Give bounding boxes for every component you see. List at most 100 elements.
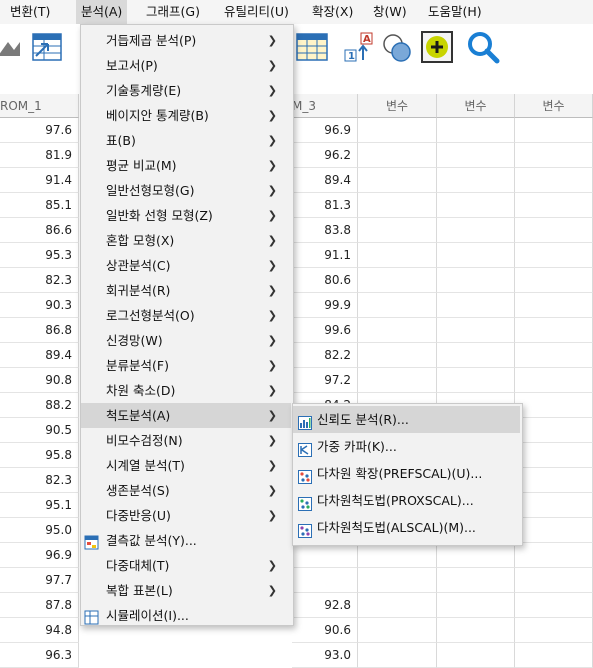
grid-cell[interactable] [358, 218, 437, 243]
grid-cell[interactable] [515, 218, 593, 243]
analyze-menu-item[interactable]: 다중반응(U) ❯ [81, 503, 291, 528]
grid-cell[interactable]: 96.9 [0, 543, 79, 568]
analyze-menu-item[interactable]: 비모수검정(N) ❯ [81, 428, 291, 453]
analyze-menu-item[interactable]: 로그선형분석(O) ❯ [81, 303, 291, 328]
grid-cell[interactable]: 96.2 [292, 143, 358, 168]
grid-cell[interactable]: 95.1 [0, 493, 79, 518]
grid-cell[interactable]: 97.7 [0, 568, 79, 593]
grid-cell[interactable]: 90.5 [0, 418, 79, 443]
scale-submenu-item[interactable]: 가중 카파(K)... [293, 433, 520, 460]
grid-cell[interactable]: 83.8 [292, 218, 358, 243]
grid-cell[interactable]: 97.6 [0, 118, 79, 143]
analyze-menu-item[interactable]: 다중대체(T) ❯ [81, 553, 291, 578]
grid-cell[interactable] [515, 493, 593, 518]
show-all-variables-icon[interactable] [420, 30, 454, 64]
analyze-menu-item[interactable]: 시뮬레이션(I)... [81, 603, 291, 628]
grid-cell[interactable] [515, 368, 593, 393]
grid-cell[interactable] [437, 118, 515, 143]
column-header[interactable]: 변수 [437, 94, 515, 118]
grid-cell[interactable] [515, 468, 593, 493]
grid-cell[interactable] [358, 543, 437, 568]
analyze-menu-item[interactable]: 평균 비교(M) ❯ [81, 153, 291, 178]
grid-cell[interactable] [292, 568, 358, 593]
grid-cell[interactable]: 89.4 [0, 343, 79, 368]
grid-cell[interactable] [437, 318, 515, 343]
search-icon[interactable] [466, 30, 500, 64]
undo-icon[interactable] [0, 30, 28, 64]
column-header[interactable]: 변수 [515, 94, 593, 118]
grid-cell[interactable] [437, 293, 515, 318]
grid-cell[interactable] [358, 368, 437, 393]
grid-cell[interactable] [358, 293, 437, 318]
grid-cell[interactable] [358, 593, 437, 618]
grid-cell[interactable]: 86.8 [0, 318, 79, 343]
value-labels-icon[interactable]: A 1 [343, 30, 377, 64]
column-header[interactable]: M_3 [292, 94, 358, 118]
grid-cell[interactable] [515, 393, 593, 418]
analyze-menu-item[interactable]: 분류분석(F) ❯ [81, 353, 291, 378]
column-header[interactable]: 변수 [358, 94, 437, 118]
grid-cell[interactable] [437, 343, 515, 368]
grid-cell[interactable]: 86.6 [0, 218, 79, 243]
analyze-menu-item[interactable]: 기술통계량(E) ❯ [81, 78, 291, 103]
grid-cell[interactable] [437, 243, 515, 268]
grid-cell[interactable] [437, 168, 515, 193]
grid-cell[interactable]: 96.9 [292, 118, 358, 143]
grid-cell[interactable]: 80.6 [292, 268, 358, 293]
grid-cell[interactable] [358, 343, 437, 368]
grid-cell[interactable] [515, 443, 593, 468]
grid-cell[interactable] [292, 543, 358, 568]
grid-cell[interactable] [515, 568, 593, 593]
scale-submenu-item[interactable]: 신뢰도 분석(R)... [293, 406, 520, 433]
scale-submenu-item[interactable]: 다차원척도법(PROXSCAL)... [293, 487, 520, 514]
grid-cell[interactable]: 95.8 [0, 443, 79, 468]
grid-cell[interactable]: 94.8 [0, 618, 79, 643]
analyze-menu-item[interactable]: 일반화 선형 모형(Z) ❯ [81, 203, 291, 228]
grid-cell[interactable] [437, 268, 515, 293]
menu-extensions[interactable]: 확장(X) [312, 0, 353, 24]
grid-cell[interactable]: 91.4 [0, 168, 79, 193]
analyze-menu-item[interactable]: 신경망(W) ❯ [81, 328, 291, 353]
grid-cell[interactable]: 96.3 [0, 643, 79, 668]
grid-cell[interactable] [515, 118, 593, 143]
menu-utilities[interactable]: 유틸리티(U) [224, 0, 289, 24]
grid-cell[interactable]: 90.8 [0, 368, 79, 393]
grid-cell[interactable] [437, 193, 515, 218]
variables-grid-icon[interactable] [296, 30, 330, 64]
menu-analyze[interactable]: 분석(A) [76, 0, 128, 24]
analyze-menu-item[interactable]: 일반선형모형(G) ❯ [81, 178, 291, 203]
grid-cell[interactable] [515, 543, 593, 568]
scale-submenu-item[interactable]: 다차원 확장(PREFSCAL)(U)... [293, 460, 520, 487]
analyze-menu-item[interactable]: 표(B) ❯ [81, 128, 291, 153]
grid-cell[interactable] [515, 168, 593, 193]
grid-cell[interactable]: 81.9 [0, 143, 79, 168]
grid-cell[interactable] [515, 193, 593, 218]
menu-transform[interactable]: 변환(T) [10, 0, 50, 24]
analyze-menu-item[interactable]: 시계열 분석(T) ❯ [81, 453, 291, 478]
grid-cell[interactable] [515, 593, 593, 618]
grid-cell[interactable] [437, 368, 515, 393]
grid-cell[interactable] [358, 243, 437, 268]
grid-cell[interactable] [437, 143, 515, 168]
menu-graphs[interactable]: 그래프(G) [146, 0, 200, 24]
grid-cell[interactable] [515, 293, 593, 318]
analyze-menu-item[interactable]: 차원 축소(D) ❯ [81, 378, 291, 403]
grid-cell[interactable] [358, 268, 437, 293]
column-header[interactable]: ROM_1 [0, 94, 79, 118]
grid-cell[interactable] [358, 143, 437, 168]
grid-cell[interactable] [358, 568, 437, 593]
grid-cell[interactable]: 82.3 [0, 468, 79, 493]
menu-help[interactable]: 도움말(H) [428, 0, 482, 24]
analyze-menu-item[interactable]: 베이지안 통계량(B) ❯ [81, 103, 291, 128]
grid-cell[interactable] [437, 593, 515, 618]
grid-cell[interactable]: 87.8 [0, 593, 79, 618]
analyze-menu-item[interactable]: 생존분석(S) ❯ [81, 478, 291, 503]
grid-cell[interactable] [515, 243, 593, 268]
analyze-menu-item[interactable]: 혼합 모형(X) ❯ [81, 228, 291, 253]
grid-cell[interactable] [515, 518, 593, 543]
analyze-menu-item[interactable]: 결측값 분석(Y)... [81, 528, 291, 553]
grid-cell[interactable] [515, 618, 593, 643]
grid-cell[interactable] [358, 168, 437, 193]
grid-cell[interactable]: 91.1 [292, 243, 358, 268]
grid-cell[interactable] [437, 543, 515, 568]
